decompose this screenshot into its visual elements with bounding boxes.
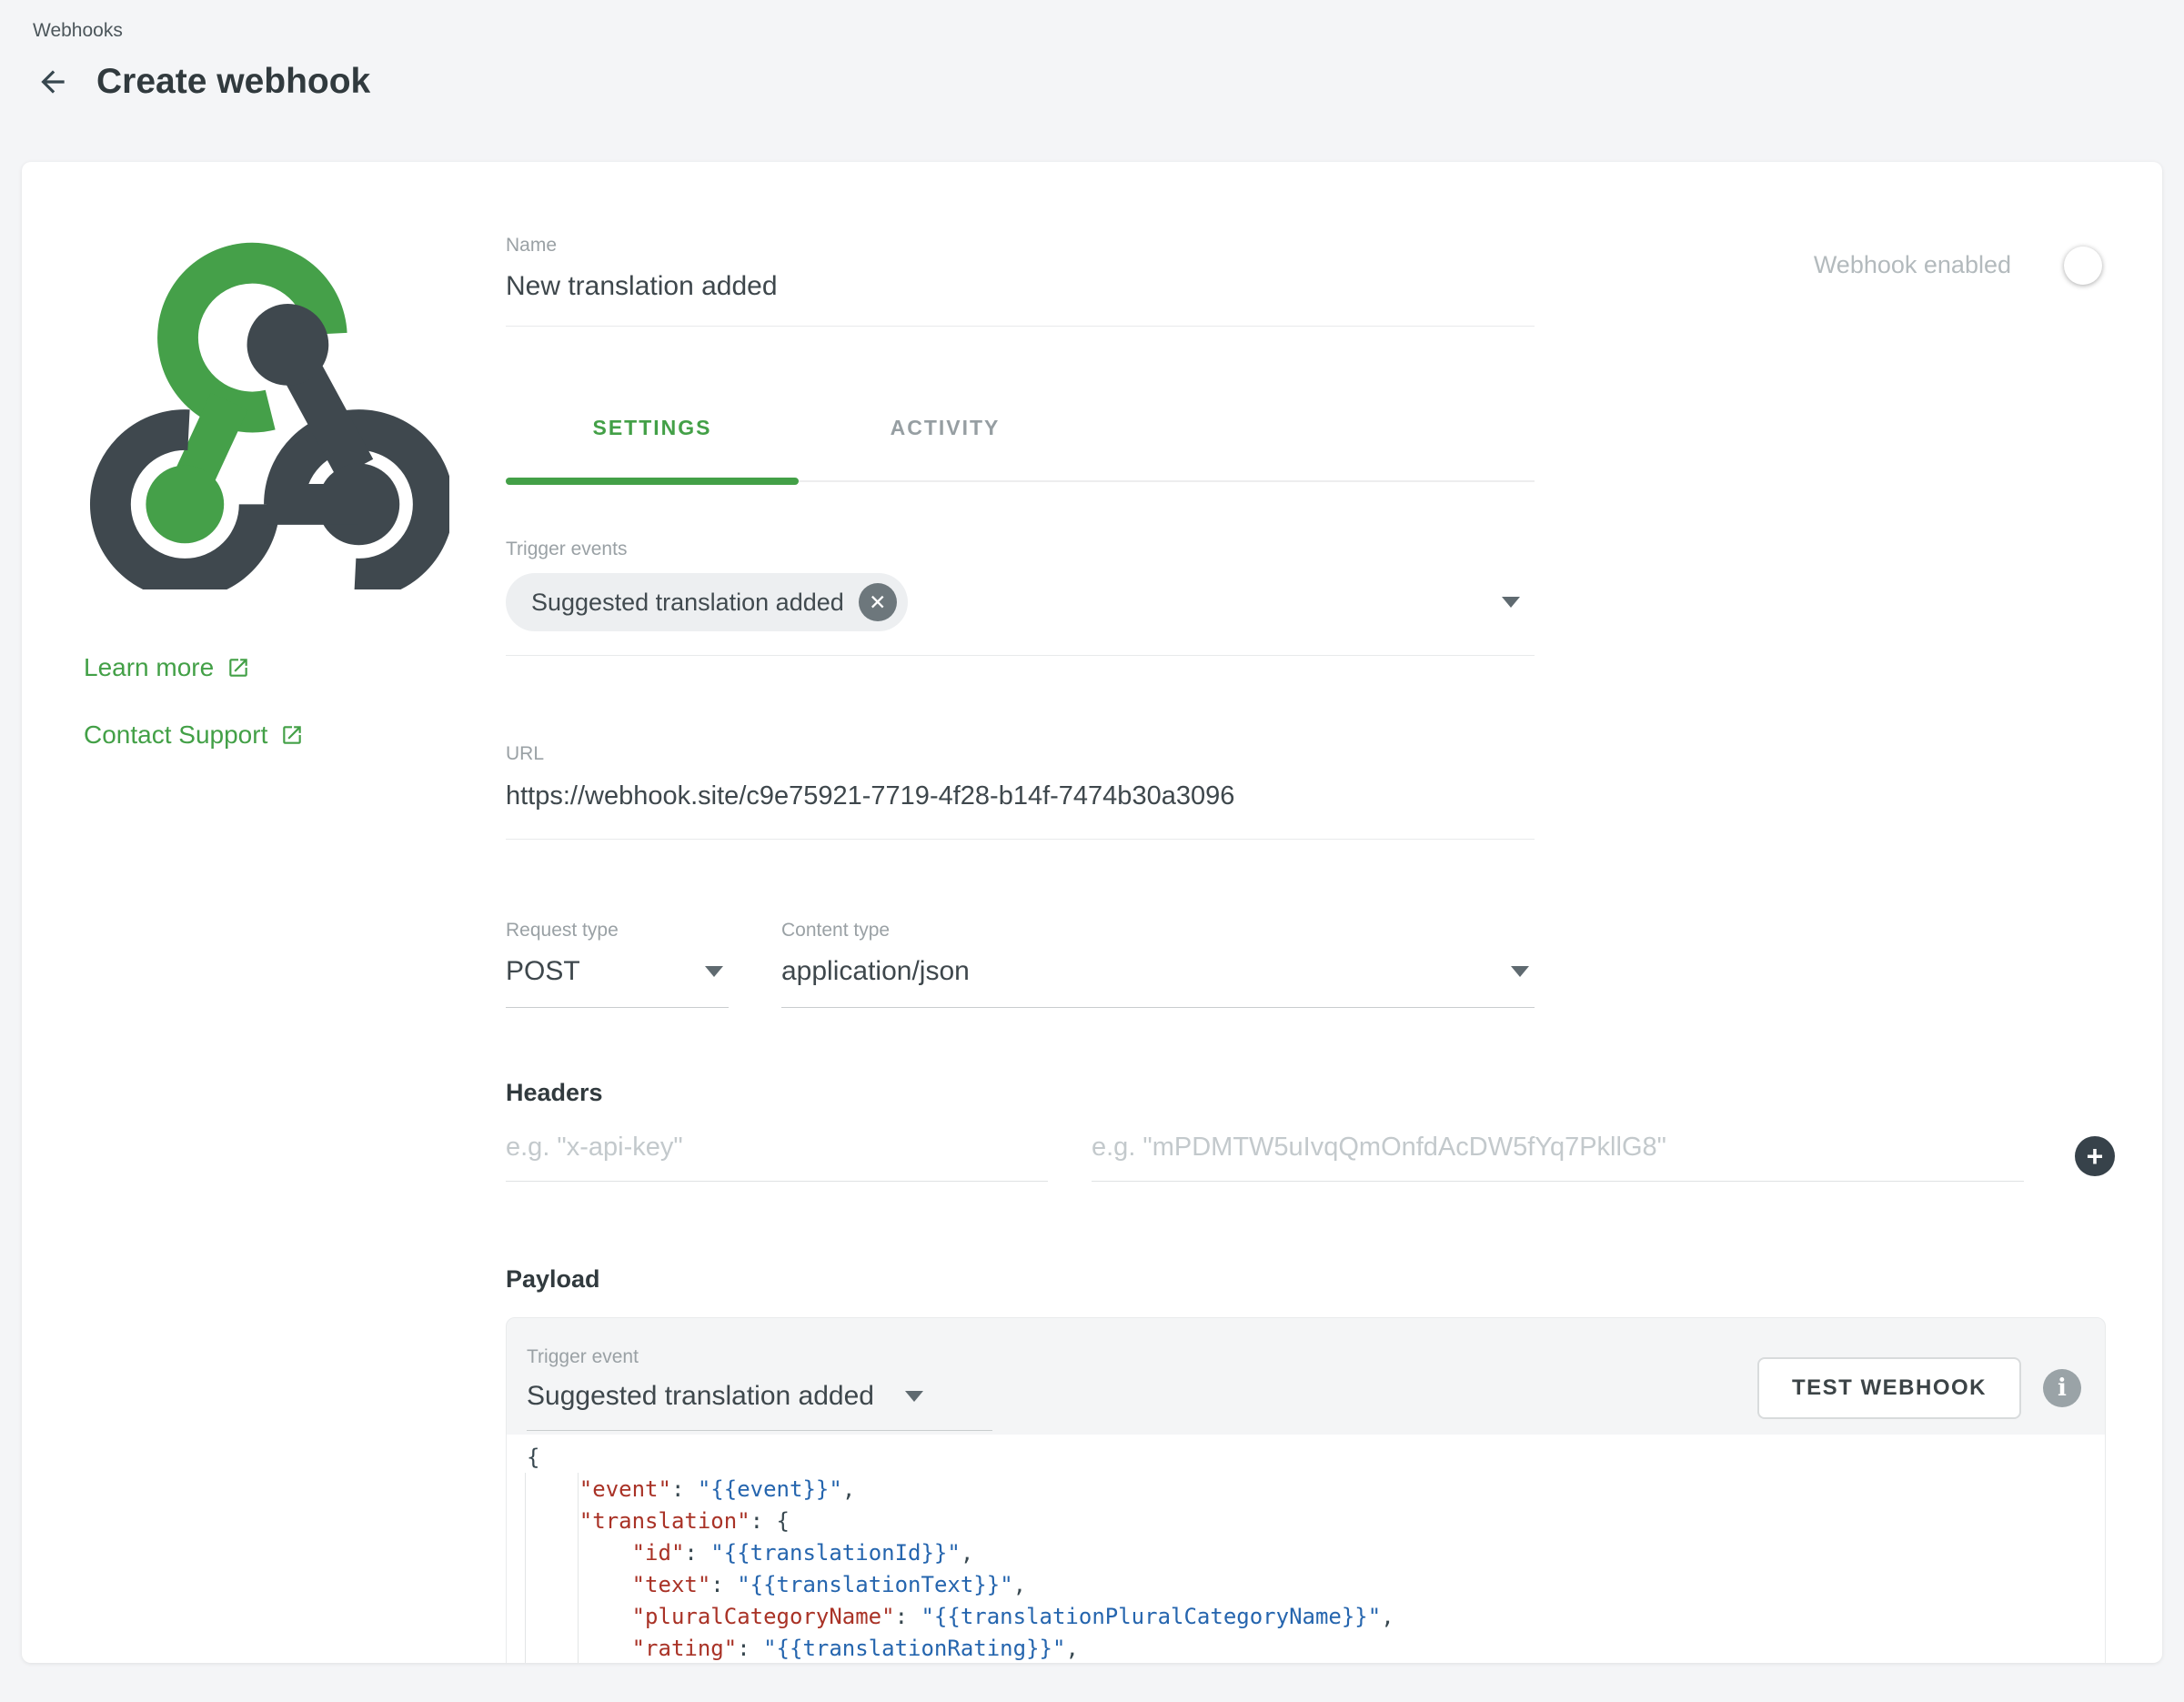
name-label: Name: [506, 235, 1535, 257]
info-icon[interactable]: i: [2043, 1369, 2081, 1407]
request-type-label: Request type: [506, 920, 729, 942]
payload-code[interactable]: { "event": "{{event}}", "translation": {…: [507, 1435, 2105, 1663]
payload-trigger-event-label: Trigger event: [527, 1346, 992, 1368]
contact-support-label: Contact Support: [84, 720, 267, 750]
content-type-label: Content type: [781, 920, 1535, 942]
header-value-input[interactable]: [1092, 1133, 2024, 1182]
url-field: URL: [506, 743, 1535, 840]
add-header-button[interactable]: +: [2075, 1136, 2115, 1176]
url-label: URL: [506, 743, 1535, 765]
trigger-events-select[interactable]: Suggested translation added ✕: [506, 569, 1535, 656]
content-type-value: application/json: [781, 956, 970, 987]
webhook-enabled-group: Webhook enabled: [1814, 251, 2128, 279]
request-type-select[interactable]: Request type POST: [506, 920, 729, 1008]
payload-trigger-event-select[interactable]: Trigger event Suggested translation adde…: [527, 1346, 992, 1431]
header-key-input[interactable]: [506, 1133, 1048, 1182]
breadcrumb[interactable]: Webhooks: [33, 20, 370, 42]
form-column: Name Webhook enabled SETTINGS ACTIVITY T…: [506, 235, 2128, 1663]
trigger-events-field: Trigger events Suggested translation add…: [506, 539, 1535, 656]
chip-label: Suggested translation added: [531, 589, 844, 617]
external-link-icon: [280, 723, 304, 747]
chevron-down-icon: [905, 1391, 923, 1402]
tab-activity[interactable]: ACTIVITY: [799, 399, 1092, 480]
test-webhook-button[interactable]: TEST WEBHOOK: [1757, 1357, 2021, 1419]
webhook-logo: [84, 235, 449, 589]
external-link-icon: [226, 656, 250, 680]
back-arrow-icon[interactable]: [33, 62, 73, 102]
contact-support-link[interactable]: Contact Support: [84, 720, 449, 750]
request-type-value: POST: [506, 956, 580, 987]
close-icon[interactable]: ✕: [859, 583, 897, 621]
content-type-select[interactable]: Content type application/json: [781, 920, 1535, 1008]
webhook-enabled-label: Webhook enabled: [1814, 251, 2011, 279]
learn-more-link[interactable]: Learn more: [84, 653, 449, 682]
headers-section: Headers +: [506, 1079, 2128, 1182]
name-field: Name: [506, 235, 1535, 327]
payload-section: Payload Trigger event Suggested translat…: [506, 1265, 2128, 1663]
page-title: Create webhook: [96, 62, 370, 102]
left-column: Learn more Contact Support: [84, 235, 449, 1663]
chevron-down-icon: [705, 966, 723, 977]
page-header: Webhooks Create webhook: [33, 20, 370, 102]
trigger-event-chip: Suggested translation added ✕: [506, 573, 908, 631]
plus-icon: +: [2087, 1140, 2104, 1173]
trigger-events-label: Trigger events: [506, 539, 1535, 560]
chevron-down-icon: [1511, 966, 1529, 977]
chevron-down-icon[interactable]: [1502, 597, 1520, 608]
payload-title: Payload: [506, 1265, 2128, 1294]
create-webhook-card: Learn more Contact Support Name: [22, 162, 2162, 1663]
headers-title: Headers: [506, 1079, 2128, 1107]
url-input[interactable]: [506, 774, 1535, 840]
tab-settings[interactable]: SETTINGS: [506, 399, 799, 480]
learn-more-label: Learn more: [84, 653, 214, 682]
name-input[interactable]: [506, 266, 1535, 327]
tab-bar: SETTINGS ACTIVITY: [506, 399, 1535, 482]
payload-trigger-event-value: Suggested translation added: [527, 1381, 874, 1412]
webhook-enabled-toggle[interactable]: [2037, 254, 2095, 277]
payload-panel: Trigger event Suggested translation adde…: [506, 1317, 2106, 1663]
